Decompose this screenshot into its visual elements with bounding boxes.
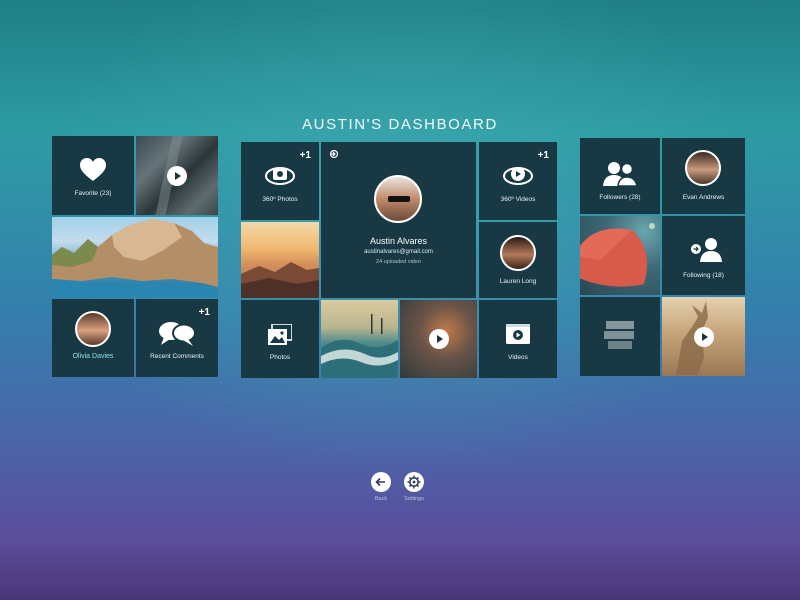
play-icon[interactable] (428, 329, 449, 349)
avatar (374, 175, 422, 223)
following-tile[interactable]: Following (18) (662, 216, 745, 295)
profile-email: austinalvares@gmail.com (364, 249, 433, 255)
page-title: AUSTIN'S DASHBOARD (302, 116, 498, 133)
blurred-tile[interactable] (580, 297, 660, 376)
logout-icon[interactable] (329, 149, 339, 159)
following-icon (691, 238, 722, 262)
deer-video-tile[interactable] (662, 297, 745, 376)
blurred-image (604, 321, 634, 349)
arrow-left-icon (375, 477, 385, 487)
cliff-image (52, 219, 218, 297)
favorite-label: Favorite (23) (74, 190, 112, 197)
photo-360-icon (265, 167, 295, 185)
rocks-image (241, 262, 319, 298)
videos-tile[interactable]: Videos (479, 300, 557, 378)
avatar (685, 150, 721, 186)
recent-comments-label: Recent Comments (150, 353, 204, 360)
photos-icon (268, 324, 292, 345)
heart-icon (80, 158, 106, 181)
videos360-tile[interactable]: +1 360º Videos (479, 142, 557, 220)
avatar (500, 235, 536, 271)
user-name: Olivia Davies (72, 353, 114, 360)
videos-label: Videos (508, 354, 528, 361)
video-360-icon (503, 167, 533, 185)
user-tile-lauren[interactable]: Lauren Long (479, 222, 557, 298)
settings-label: Settings (404, 496, 424, 502)
notification-badge: +1 (537, 150, 549, 161)
blurred-video-tile[interactable] (400, 300, 477, 378)
followers-tile[interactable]: Followers (28) (580, 138, 660, 214)
coast-photo-tile[interactable] (52, 217, 218, 297)
settings-button[interactable] (404, 472, 424, 492)
favorite-tile[interactable]: Favorite (23) (52, 136, 134, 215)
gear-icon (407, 475, 421, 489)
wave-image (321, 314, 398, 378)
photos360-tile[interactable]: +1 360º Photos (241, 142, 319, 220)
comments-icon (159, 322, 196, 346)
play-icon[interactable] (167, 165, 187, 186)
avatar (75, 311, 111, 347)
photos360-label: 360º Photos (262, 196, 298, 203)
umbrella-photo-tile[interactable] (580, 216, 660, 295)
recent-comments-tile[interactable]: +1 Recent Comments (136, 299, 218, 377)
followers-icon (603, 162, 638, 186)
wave-photo-tile[interactable] (321, 300, 398, 378)
video-icon (506, 324, 530, 344)
videos360-label: 360º Videos (500, 196, 536, 203)
upload-count: 24 uploaded video (376, 259, 421, 265)
back-button[interactable] (371, 472, 391, 492)
follower-name: Evan Andrews (682, 194, 725, 201)
sunset-photo-tile[interactable] (241, 222, 319, 298)
profile-tile: Austin Alvares austinalvares@gmail.com 2… (321, 142, 476, 298)
profile-name: Austin Alvares (369, 236, 428, 246)
friend-name: Lauren Long (499, 278, 537, 285)
umbrella-image (580, 223, 655, 287)
photos-label: Photos (269, 354, 291, 361)
user-tile-olivia[interactable]: Olivia Davies (52, 299, 134, 377)
notification-badge: +1 (299, 150, 311, 161)
following-label: Following (18) (683, 272, 724, 279)
notification-badge: +1 (198, 307, 210, 318)
city-video-tile[interactable] (136, 136, 218, 215)
play-icon[interactable] (693, 326, 714, 347)
user-tile-evan[interactable]: Evan Andrews (662, 138, 745, 214)
followers-label: Followers (28) (599, 194, 641, 201)
photos-tile[interactable]: Photos (241, 300, 319, 378)
